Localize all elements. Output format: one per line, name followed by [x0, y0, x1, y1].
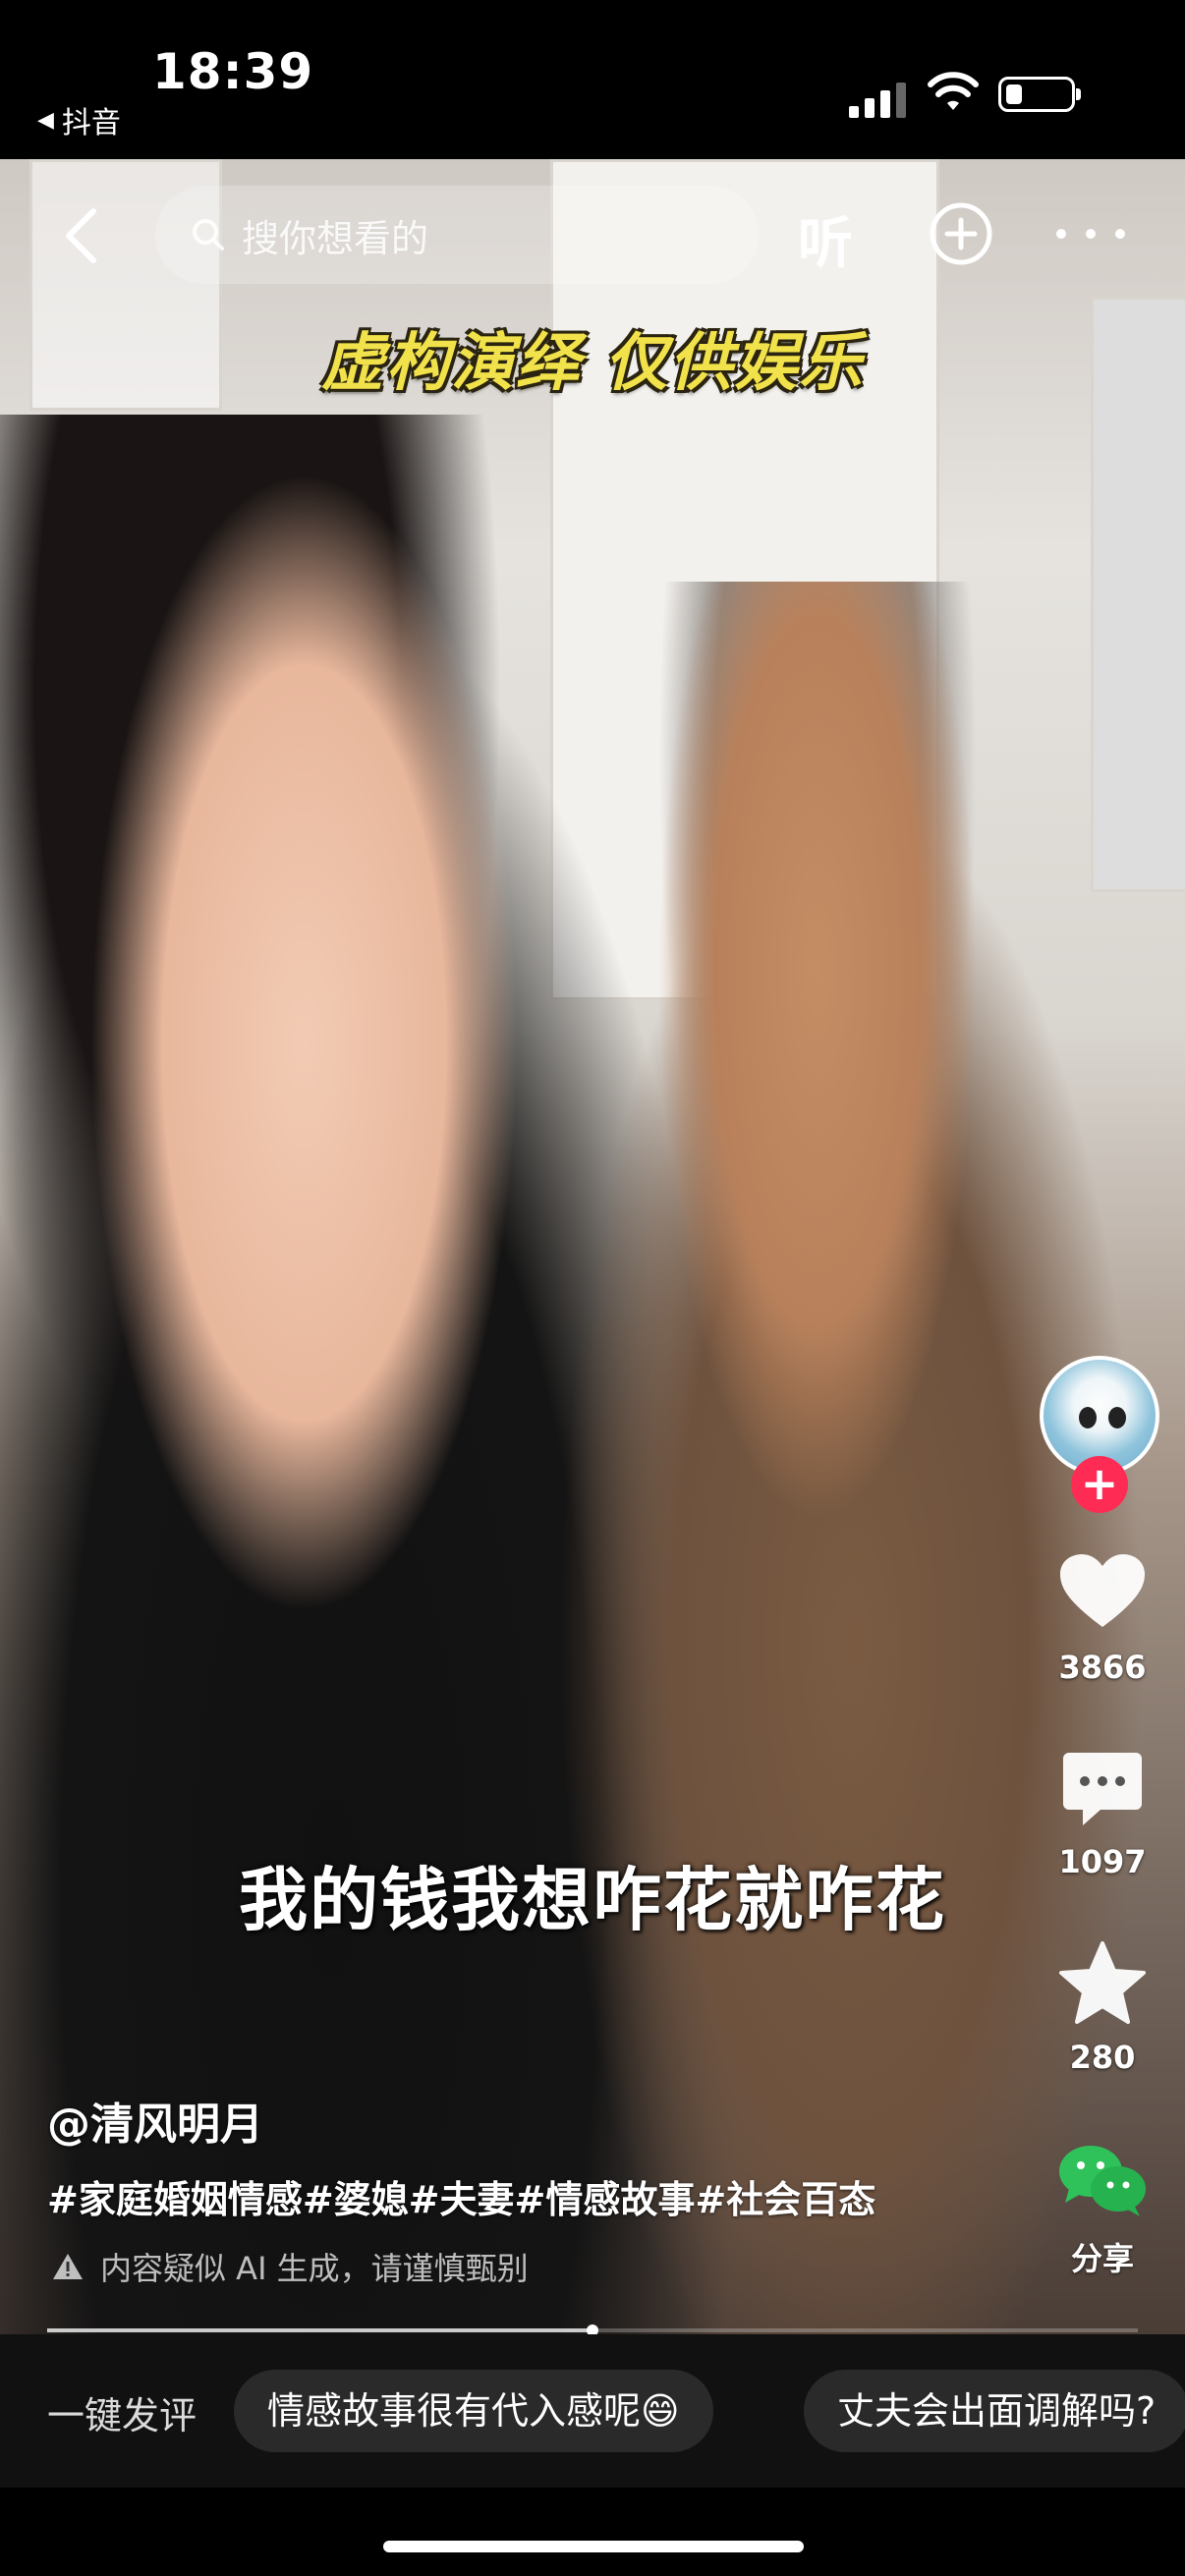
more-options-icon[interactable] [1056, 229, 1125, 245]
warning-icon [53, 2254, 83, 2279]
share-label: 分享 [1070, 2240, 1134, 2277]
back-triangle-icon: ◀ [37, 107, 54, 133]
ai-content-notice: 内容疑似 AI 生成，请谨慎甄别 [51, 2244, 529, 2289]
battery-icon [998, 77, 1081, 112]
wechat-share-icon [1059, 2146, 1146, 2216]
status-time: 18:39 [152, 43, 314, 100]
video-progress-bar[interactable] [47, 2324, 1138, 2336]
signal-icon [849, 79, 908, 118]
home-indicator[interactable] [383, 2541, 804, 2552]
favorite-button[interactable]: 280 [1032, 1940, 1173, 2076]
comment-button[interactable]: 1097 [1032, 1749, 1173, 1880]
share-button[interactable]: 分享 [1032, 2142, 1173, 2279]
add-circle-icon[interactable] [929, 201, 993, 266]
like-button[interactable]: 3866 [1032, 1552, 1173, 1686]
back-app-label: 抖音 [61, 106, 121, 140]
comment-suggestion-chip[interactable]: 丈夫会出面调解吗? [804, 2370, 1185, 2452]
search-icon [193, 219, 224, 251]
back-arrow-icon[interactable] [54, 201, 113, 270]
top-nav: 搜你想看的 听 [0, 182, 1185, 290]
video-disclaimer-caption: 虚构演绎 仅供娱乐 [320, 327, 865, 400]
author-name[interactable]: @清风明月 [47, 2089, 263, 2152]
quick-comment-label: 一键发评 [47, 2394, 198, 2437]
listen-button[interactable]: 听 [798, 199, 853, 279]
wifi-icon [928, 72, 979, 110]
search-input[interactable]: 搜你想看的 [155, 186, 759, 284]
heart-icon [1060, 1554, 1145, 1627]
star-icon [1059, 1941, 1146, 2024]
progress-played [47, 2328, 592, 2332]
video-player[interactable] [0, 159, 1185, 2334]
follow-plus-button[interactable]: + [1071, 1456, 1128, 1513]
hashtags[interactable]: #家庭婚姻情感#婆媳#夫妻#情感故事#社会百态 [47, 2169, 875, 2223]
ai-notice-text: 内容疑似 AI 生成，请谨慎甄别 [100, 2250, 529, 2287]
comment-count: 1097 [1058, 1843, 1147, 1880]
like-count: 3866 [1058, 1649, 1147, 1686]
comment-icon [1063, 1753, 1142, 1825]
search-placeholder: 搜你想看的 [242, 216, 429, 260]
favorite-count: 280 [1069, 2039, 1136, 2076]
video-subtitle: 我的钱我想咋花就咋花 [239, 1860, 946, 1940]
comment-suggestion-chip[interactable]: 情感故事很有代入感呢😄 [234, 2370, 713, 2452]
quick-comment-bar: 一键发评 情感故事很有代入感呢😄 丈夫会出面调解吗? [0, 2334, 1185, 2488]
back-to-app-link[interactable]: ◀ 抖音 [37, 98, 121, 141]
status-bar: 18:39 ◀ 抖音 [0, 0, 1185, 159]
